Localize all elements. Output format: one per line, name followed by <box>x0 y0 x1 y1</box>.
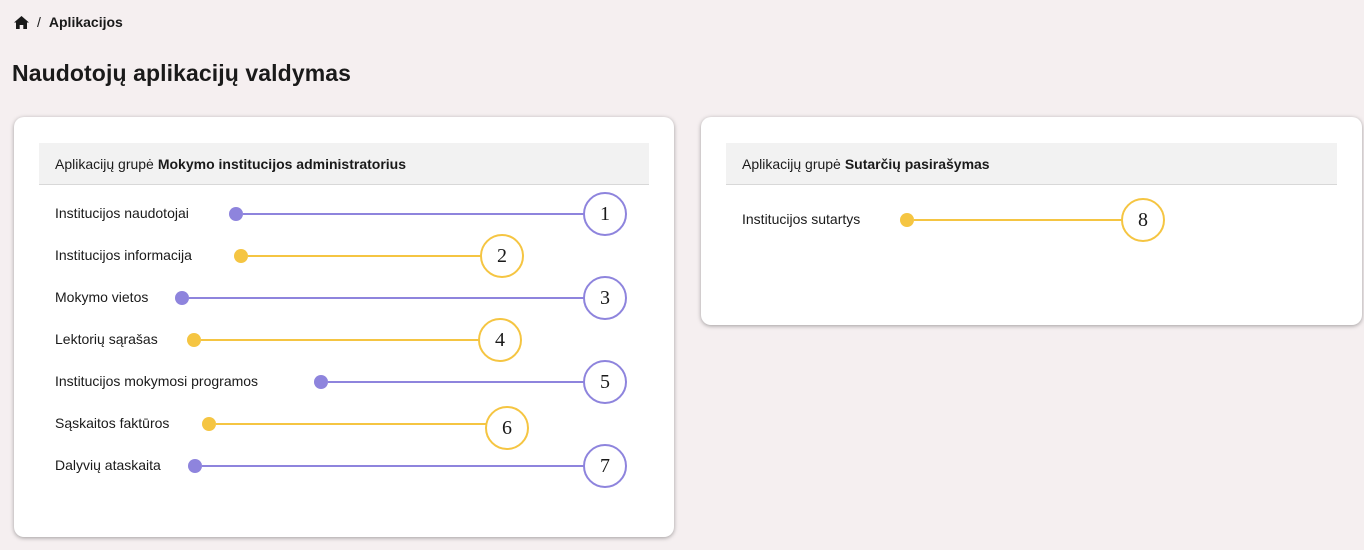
app-link-institucijos-sutartys[interactable]: Institucijos sutartys <box>742 211 860 227</box>
marker-dot <box>900 213 914 227</box>
home-icon[interactable] <box>14 15 29 29</box>
marker-line <box>216 423 486 425</box>
page-title: Naudotojų aplikacijų valdymas <box>12 60 352 86</box>
marker-line <box>248 255 481 257</box>
card-header: Aplikacijų grupė Sutarčių pasirašymas <box>726 143 1337 185</box>
marker-dot <box>314 375 328 389</box>
group-header-name: Sutarčių pasirašymas <box>844 155 990 172</box>
breadcrumb-current: Aplikacijos <box>48 14 123 30</box>
breadcrumb-separator: / <box>37 14 41 30</box>
callout-number: 3 <box>583 276 627 320</box>
app-link-mokymosi-programos[interactable]: Institucijos mokymosi programos <box>55 373 258 389</box>
marker-line <box>202 465 585 467</box>
marker-line <box>189 297 585 299</box>
callout-number: 6 <box>485 406 529 450</box>
callout-number: 2 <box>480 234 524 278</box>
marker-line <box>243 213 585 215</box>
app-link-institucijos-naudotojai[interactable]: Institucijos naudotojai <box>55 205 189 221</box>
app-link-institucijos-informacija[interactable]: Institucijos informacija <box>55 247 192 263</box>
marker-line <box>914 219 1122 221</box>
app-group-card-contracts: Aplikacijų grupė Sutarčių pasirašymas In… <box>701 117 1362 325</box>
callout-number: 1 <box>583 192 627 236</box>
marker-dot <box>187 333 201 347</box>
app-group-card-admin: Aplikacijų grupė Mokymo institucijos adm… <box>14 117 674 537</box>
marker-dot <box>202 417 216 431</box>
breadcrumb: / Aplikacijos <box>14 14 123 30</box>
group-header-prefix: Aplikacijų grupė <box>742 155 841 172</box>
marker-dot <box>175 291 189 305</box>
marker-line <box>328 381 585 383</box>
app-link-lektoriu-sarasas[interactable]: Lektorių sąrašas <box>55 331 158 347</box>
marker-dot <box>234 249 248 263</box>
card-header: Aplikacijų grupė Mokymo institucijos adm… <box>39 143 649 185</box>
app-link-mokymo-vietos[interactable]: Mokymo vietos <box>55 289 148 305</box>
app-link-dalyviu-ataskaita[interactable]: Dalyvių ataskaita <box>55 457 161 473</box>
callout-number: 5 <box>583 360 627 404</box>
marker-line <box>201 339 479 341</box>
marker-dot <box>188 459 202 473</box>
callout-number: 7 <box>583 444 627 488</box>
app-link-saskaitos-fakturos[interactable]: Sąskaitos faktūros <box>55 415 169 431</box>
group-header-name: Mokymo institucijos administratorius <box>157 155 406 172</box>
callout-number: 8 <box>1121 198 1165 242</box>
callout-number: 4 <box>478 318 522 362</box>
group-header-prefix: Aplikacijų grupė <box>55 155 154 172</box>
marker-dot <box>229 207 243 221</box>
